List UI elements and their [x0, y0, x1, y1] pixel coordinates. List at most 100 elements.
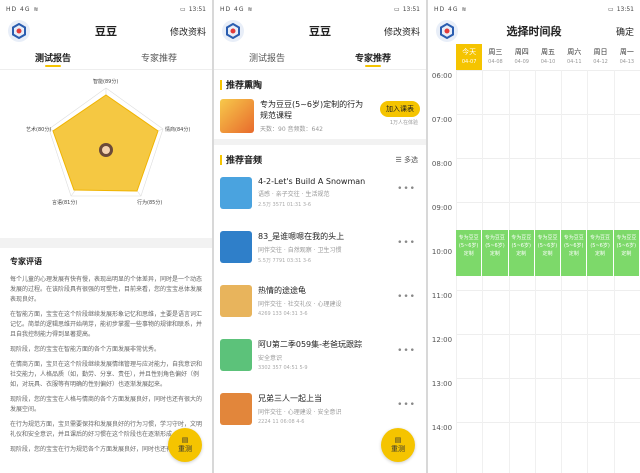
- confirm-button[interactable]: 确定: [616, 25, 634, 38]
- comment-title: 专家评语: [10, 257, 42, 266]
- scheduled-slot[interactable]: 专为豆豆(5~6岁)定制: [587, 230, 614, 276]
- course-card[interactable]: 专为豆豆(5~6岁)定制的行为规范课程 天数：90 音频数：642 加入课表 1…: [214, 95, 426, 139]
- audio-item[interactable]: 阿U第二季059集-老爸玩跟踪 安全意识 3302 357 04:51 5-9 •••: [214, 332, 426, 386]
- list-icon: ☰: [395, 155, 404, 164]
- battery-icon: ▭: [180, 5, 186, 13]
- course-thumbnail: [220, 99, 254, 133]
- hour-line: [456, 70, 640, 71]
- audio-item[interactable]: 4-2-Let's Build A Snowman 语感 · 亲子交往 · 生活规…: [214, 170, 426, 224]
- day-date: 04-10: [540, 59, 556, 65]
- retest-button[interactable]: ▤ 重测: [168, 428, 202, 462]
- hour-label: 11:00: [431, 292, 453, 300]
- audio-thumbnail: [220, 285, 252, 317]
- more-options-icon[interactable]: •••: [397, 184, 416, 194]
- scheduled-slot[interactable]: 专为豆豆(5~6岁)定制: [613, 230, 640, 276]
- edit-profile-button[interactable]: 修改资料: [384, 25, 420, 38]
- audio-thumbnail: [220, 177, 252, 209]
- day-column-header[interactable]: 周三 04-08: [482, 44, 508, 70]
- signal-indicator: HD 4G ≋: [220, 5, 254, 13]
- audio-tags: 同伴交往 · 自然观察 · 卫生习惯: [258, 247, 342, 254]
- time-grid: 06:00 07:00 08:00 09:00 10:00 11:00 12:00 13:00…: [428, 70, 640, 473]
- audio-stats: 2224 11 06:08 4-6: [258, 419, 305, 425]
- more-options-icon[interactable]: •••: [397, 346, 416, 356]
- status-bar: HD 4G ≋ ▭ 13:51: [428, 0, 640, 18]
- day-name: 今天: [462, 48, 477, 56]
- day-column-header[interactable]: 周六 04-11: [561, 44, 587, 70]
- more-options-icon[interactable]: •••: [397, 238, 416, 248]
- audio-name: 兄弟三人一起上当: [258, 394, 322, 403]
- signal-indicator: HD 4G ≋: [6, 5, 40, 13]
- day-column-header[interactable]: 周五 04-10: [535, 44, 561, 70]
- comment-paragraph: 现阶段，您的宝宝在人格与情商的各个方面发展良好，同时也还有很大的发展空间。: [10, 396, 203, 413]
- signal-indicator: HD 4G ≋: [434, 5, 468, 13]
- hour-line: [456, 422, 640, 423]
- audio-tags: 语感 · 亲子交往 · 生活规范: [258, 191, 330, 198]
- hour-line: [456, 290, 640, 291]
- status-bar: HD 4G ≋ ▭ 13:51: [0, 0, 212, 18]
- scheduled-slot[interactable]: 专为豆豆(5~6岁)定制: [508, 230, 535, 276]
- scheduled-slot[interactable]: 专为豆豆(5~6岁)定制: [456, 230, 483, 276]
- day-header: 今天 04-07 周三 04-08 周四 04-09 周五 04-10 周六 04-11 周日 04-…: [456, 44, 640, 70]
- clock: 13:51: [616, 5, 634, 13]
- more-options-icon[interactable]: •••: [397, 292, 416, 302]
- hour-label: 06:00: [431, 72, 453, 80]
- day-date: 04-11: [567, 59, 582, 65]
- audio-thumbnail: [220, 393, 252, 425]
- page-title: 豆豆: [95, 25, 117, 38]
- audio-thumbnail: [220, 231, 252, 263]
- title-bar: 豆豆 修改资料: [214, 18, 426, 44]
- tab-expert-recommend[interactable]: 专家推荐: [320, 44, 426, 69]
- clock: 13:51: [188, 5, 206, 13]
- clipboard-icon: ▤: [394, 436, 402, 444]
- day-date: 04-13: [619, 59, 635, 65]
- audio-name: 阿U第二季059集-老爸玩跟踪: [258, 340, 363, 349]
- tab-test-report[interactable]: 测试报告: [214, 44, 320, 69]
- hour-line: [456, 114, 640, 115]
- hour-label: 10:00: [431, 248, 453, 256]
- scheduled-slot[interactable]: 专为豆豆(5~6岁)定制: [561, 230, 588, 276]
- battery-icon: ▭: [394, 5, 400, 13]
- retest-button[interactable]: ▤ 重测: [381, 428, 415, 462]
- audio-header: 推荐音频 ☰ 多选: [214, 145, 426, 170]
- page-title: 选择时间段: [506, 25, 562, 38]
- comment-paragraph: 在情商方面，宝贝在这个阶段继续发展情绪管理与应对能力，自我意识和社交能力，人格品…: [10, 361, 203, 388]
- title-bar: 选择时间段 确定: [428, 18, 640, 44]
- hour-label: 12:00: [431, 336, 453, 344]
- section-recommend-course: 推荐熏陶: [214, 70, 426, 95]
- app-logo-icon[interactable]: [222, 20, 244, 42]
- audio-tags: 安全意识: [258, 355, 283, 362]
- multi-select-button[interactable]: ☰ 多选: [395, 151, 426, 165]
- more-options-icon[interactable]: •••: [397, 400, 416, 410]
- audio-item[interactable]: 83_是谁嗯嗯在我的头上 同伴交往 · 自然观察 · 卫生习惯 5.5万 7791 …: [214, 224, 426, 278]
- day-column-header[interactable]: 今天 04-07: [456, 44, 483, 70]
- audio-thumbnail: [220, 339, 252, 371]
- hour-label: 08:00: [431, 160, 453, 168]
- clipboard-icon: ▤: [181, 436, 189, 444]
- comment-paragraph: 每个儿童的心理发展有快有慢，表现出明显的个体差异，同时是一个动态发展的过程。在该…: [10, 276, 203, 303]
- hour-label: 09:00: [431, 204, 453, 212]
- audio-item[interactable]: 热情的途途龟 同伴交往 · 社交礼仪 · 心理建设 4269 133 04:31 3…: [214, 278, 426, 332]
- time-slot-screen: HD 4G ≋ ▭ 13:51 选择时间段 确定 今天 04-07 周三 04-08 周四…: [428, 0, 640, 473]
- radar-score-area: [52, 94, 159, 192]
- app-logo-icon[interactable]: [8, 20, 30, 42]
- test-report-screen: HD 4G ≋ ▭ 13:51 豆豆 修改资料 测试报告 专家推荐 智能(89分…: [0, 0, 212, 473]
- audio-stats: 3302 357 04:51 5-9: [258, 365, 308, 371]
- day-date: 04-08: [488, 59, 503, 65]
- scheduled-slot[interactable]: 专为豆豆(5~6岁)定制: [482, 230, 509, 276]
- day-column-header[interactable]: 周一 04-13: [614, 44, 640, 70]
- edit-profile-button[interactable]: 修改资料: [170, 25, 206, 38]
- section-recommend-audio: 推荐音频: [214, 145, 268, 170]
- page-title: 豆豆: [309, 25, 331, 38]
- day-name: 周一: [619, 48, 634, 56]
- tab-test-report[interactable]: 测试报告: [0, 44, 106, 69]
- join-schedule-button[interactable]: 加入课表: [380, 101, 420, 117]
- audio-stats: 5.5万 7791 03:31 3-6: [258, 258, 312, 264]
- learner-count: 1万人在体验: [389, 120, 418, 126]
- status-bar: HD 4G ≋ ▭ 13:51: [214, 0, 426, 18]
- scheduled-slot[interactable]: 专为豆豆(5~6岁)定制: [534, 230, 562, 276]
- radar-label-behavior: 行为(85分): [137, 200, 163, 206]
- day-column-header[interactable]: 周日 04-12: [587, 44, 613, 70]
- tab-expert-recommend[interactable]: 专家推荐: [106, 44, 212, 69]
- app-logo-icon[interactable]: [436, 20, 458, 42]
- day-column-header[interactable]: 周四 04-09: [509, 44, 535, 70]
